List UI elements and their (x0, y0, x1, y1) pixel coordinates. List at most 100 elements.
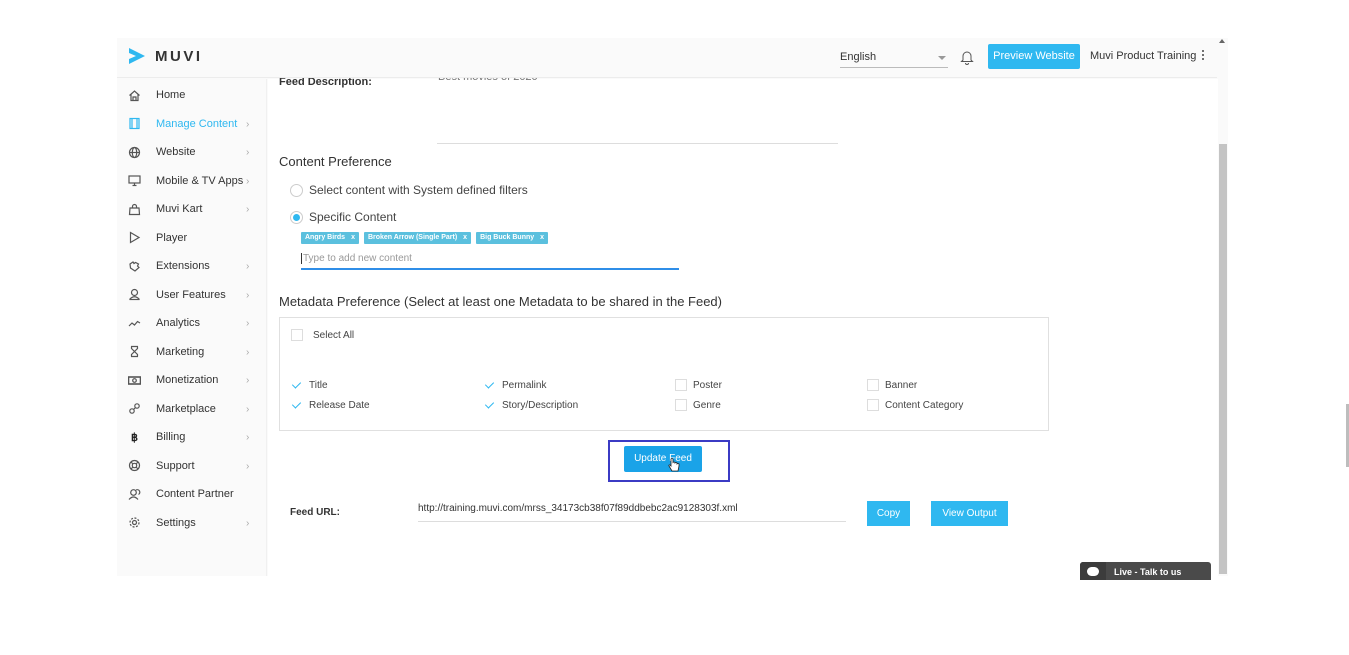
checkbox-label: Title (309, 379, 328, 391)
checkbox-input[interactable] (484, 379, 496, 391)
chevron-down-icon (938, 56, 946, 60)
scrollbar-thumb[interactable] (1219, 144, 1227, 574)
radio-system-filters-label: Select content with System defined filte… (309, 183, 528, 197)
sidebar-item-mobile-tv-apps[interactable]: Mobile & TV Apps › (117, 169, 267, 193)
sidebar-item-extensions[interactable]: Extensions › (117, 254, 267, 278)
metadata-preference-title: Metadata Preference (Select at least one… (279, 294, 722, 309)
metadata-checkbox-banner[interactable]: Banner (867, 379, 917, 391)
chevron-right-icon: › (246, 118, 250, 130)
checkbox-input[interactable] (675, 379, 687, 391)
tag-remove-icon[interactable]: x (540, 232, 544, 244)
play-icon (128, 231, 141, 244)
sidebar-item-support[interactable]: Support › (117, 454, 267, 478)
hand-cursor-icon (668, 458, 680, 472)
language-select[interactable]: English (840, 48, 948, 68)
metadata-checkbox-permalink[interactable]: Permalink (484, 379, 546, 391)
checkbox-label: Permalink (502, 379, 547, 391)
metadata-checkbox-release-date[interactable]: Release Date (291, 399, 370, 411)
sidebar-item-website[interactable]: Website › (117, 140, 267, 164)
live-chat-label: Live - Talk to us (1114, 567, 1182, 577)
select-all-checkbox[interactable]: Select All (291, 329, 354, 341)
content-tag: Broken Arrow (Single Part) x (363, 232, 472, 244)
sidebar-item-marketplace[interactable]: Marketplace › (117, 397, 267, 421)
user-name[interactable]: Muvi Product Training (1090, 50, 1196, 62)
chevron-right-icon: › (246, 204, 250, 215)
lifebuoy-icon (128, 459, 141, 472)
more-options-icon[interactable] (1201, 50, 1205, 62)
sidebar-item-monetization[interactable]: Monetization › (117, 368, 267, 392)
muvi-logo[interactable]: MUVI (127, 45, 203, 67)
radio-system-filters[interactable]: Select content with System defined filte… (290, 183, 528, 197)
sidebar-item-home[interactable]: Home (117, 83, 267, 107)
feed-url-field[interactable]: http://training.muvi.com/mrss_34173cb38f… (418, 503, 846, 522)
checkbox-label: Genre (693, 399, 721, 411)
sidebar-item-label: Player (156, 231, 188, 244)
sidebar-item-content-partner[interactable]: Content Partner (117, 482, 267, 506)
metadata-checkbox-poster[interactable]: Poster (675, 379, 722, 391)
metadata-checkbox-content-category[interactable]: Content Category (867, 399, 963, 411)
sidebar-item-billing[interactable]: ฿ Billing › (117, 425, 267, 449)
chevron-right-icon: › (246, 517, 250, 529)
checkbox-input[interactable] (291, 379, 303, 391)
update-feed-button[interactable]: Update Feed (624, 446, 702, 472)
chevron-right-icon: › (246, 261, 250, 272)
sidebar-item-analytics[interactable]: Analytics › (117, 311, 267, 335)
chevron-right-icon: › (246, 346, 250, 358)
link-icon (128, 402, 141, 415)
sidebar-item-label: Mobile & TV Apps (156, 174, 244, 187)
radio-system-filters-input[interactable] (290, 183, 303, 197)
logo-text: MUVI (155, 47, 203, 65)
checkbox-input[interactable] (867, 379, 879, 391)
sidebar-item-user-features[interactable]: User Features › (117, 283, 267, 307)
preview-website-button[interactable]: Preview Website (988, 44, 1080, 69)
sidebar-item-label: Monetization (156, 374, 219, 386)
sidebar-item-label: Marketing (156, 345, 205, 358)
checkbox-input[interactable] (867, 399, 879, 411)
metadata-checkbox-story-description[interactable]: Story/Description (484, 399, 578, 411)
tag-remove-icon[interactable]: x (463, 232, 467, 244)
metadata-checkbox-genre[interactable]: Genre (675, 399, 721, 411)
sidebar-item-label: Content Partner (156, 488, 234, 500)
radio-specific-content-label: Specific Content (309, 210, 397, 224)
scroll-up-arrow-icon[interactable] (1219, 39, 1225, 43)
chevron-right-icon: › (246, 460, 250, 472)
checkbox-input[interactable] (484, 399, 496, 411)
content-preference-title: Content Preference (279, 154, 392, 169)
sidebar-item-label: Settings (156, 516, 196, 529)
bell-icon[interactable] (960, 49, 974, 65)
sidebar-item-muvi-kart[interactable]: Muvi Kart › (117, 197, 267, 221)
content-tag: Big Buck Bunny x (476, 232, 549, 244)
checkbox-input[interactable] (675, 399, 687, 411)
home-icon (128, 89, 141, 102)
sidebar-item-manage-content[interactable]: Manage Content › (117, 112, 267, 136)
checkbox-label: Poster (693, 379, 722, 391)
add-content-input[interactable]: Type to add new content (301, 251, 679, 270)
main-content: Feed Description: Best movies of 2020 Co… (268, 71, 1218, 576)
sidebar-item-label: Marketplace (156, 402, 216, 415)
live-chat-widget[interactable]: Live - Talk to us (1080, 562, 1211, 580)
shopping-bag-icon (128, 203, 141, 216)
chevron-right-icon: › (246, 318, 250, 329)
selected-content-tags: Angry Birds x Broken Arrow (Single Part)… (301, 232, 549, 244)
sidebar-item-label: Analytics (156, 317, 201, 329)
bitcoin-icon: ฿ (131, 431, 138, 444)
trend-line-icon (128, 317, 141, 330)
content-tag-label: Broken Arrow (Single Part) (367, 234, 458, 241)
sidebar-item-label: Billing (156, 431, 186, 443)
radio-specific-content-input[interactable] (290, 210, 303, 224)
tag-remove-icon[interactable]: x (351, 232, 355, 244)
sidebar-item-settings[interactable]: Settings › (117, 511, 267, 535)
sidebar-item-label: Support (156, 459, 195, 472)
view-output-button[interactable]: View Output (931, 501, 1008, 526)
metadata-checkbox-title[interactable]: Title (291, 379, 328, 391)
copy-button[interactable]: Copy (867, 501, 910, 526)
checkbox-label: Content Category (885, 399, 964, 411)
select-all-checkbox-input[interactable] (291, 329, 303, 341)
puzzle-icon (128, 260, 141, 273)
checkbox-input[interactable] (291, 399, 303, 411)
feed-description-underline (437, 143, 838, 144)
sidebar-item-label: Extensions (156, 260, 210, 272)
sidebar-item-marketing[interactable]: Marketing › (117, 340, 267, 364)
sidebar-item-player[interactable]: Player (117, 226, 267, 250)
radio-specific-content[interactable]: Specific Content (290, 210, 396, 224)
